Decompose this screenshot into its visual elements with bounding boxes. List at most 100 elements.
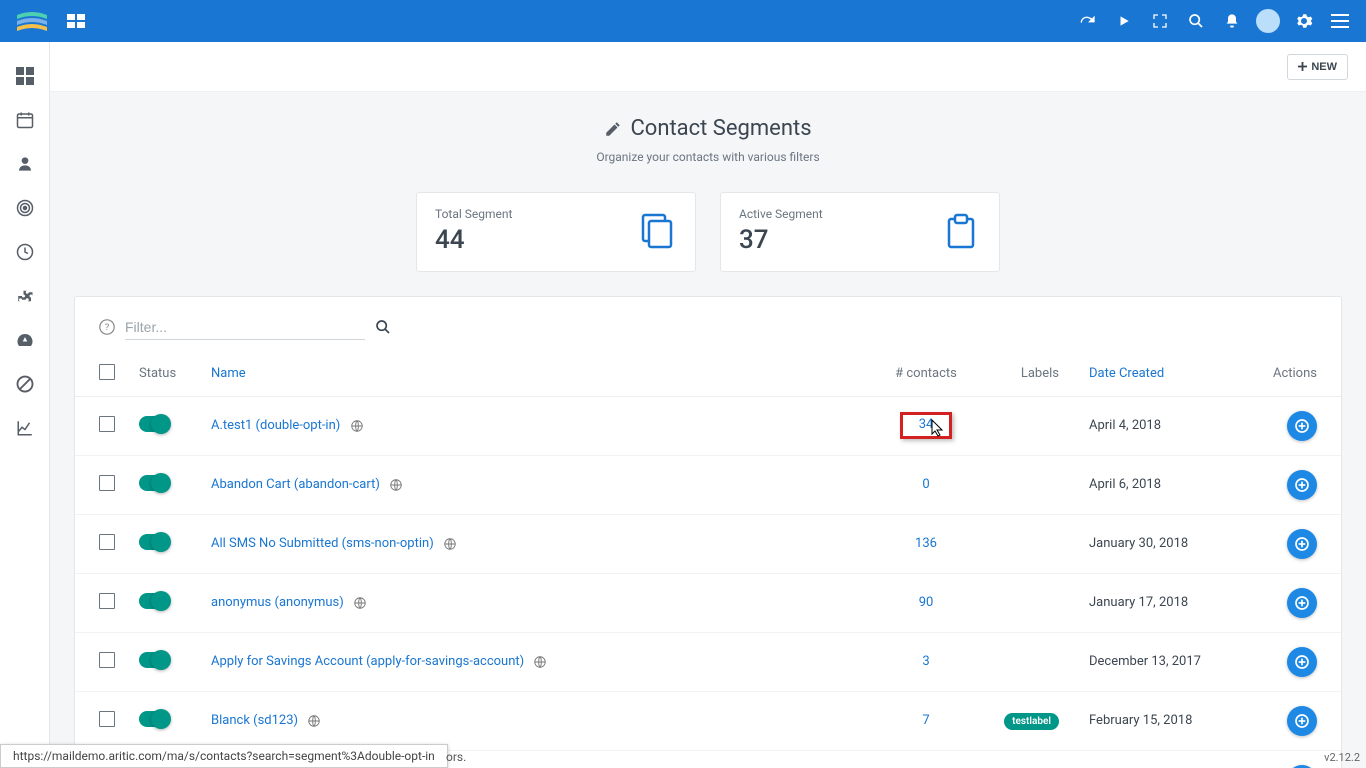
globe-icon xyxy=(533,655,547,669)
sidebar-target-icon[interactable] xyxy=(15,198,35,218)
segment-date: February 15, 2018 xyxy=(1071,691,1251,750)
new-button-label: NEW xyxy=(1311,61,1337,73)
gear-icon[interactable] xyxy=(1286,1,1322,41)
copy-icon xyxy=(637,211,677,251)
filter-input[interactable] xyxy=(125,315,365,340)
col-labels: Labels xyxy=(981,348,1071,397)
status-toggle[interactable] xyxy=(139,475,169,491)
contacts-count[interactable]: 136 xyxy=(915,536,937,551)
filter-search-icon[interactable] xyxy=(375,319,391,335)
sidebar-block-icon[interactable] xyxy=(15,374,35,394)
brand-logo xyxy=(8,0,56,42)
total-segment-value: 44 xyxy=(435,225,512,255)
svg-text:?: ? xyxy=(105,322,110,333)
main-content: NEW Contact Segments Organize your conta… xyxy=(50,42,1366,768)
col-status: Status xyxy=(127,348,199,397)
row-checkbox[interactable] xyxy=(99,593,115,609)
segments-table: Status Name # contacts Labels Date Creat… xyxy=(75,348,1341,768)
sidebar-chart-icon[interactable] xyxy=(15,418,35,438)
new-button[interactable]: NEW xyxy=(1287,54,1348,80)
row-action-button[interactable] xyxy=(1287,706,1317,736)
contacts-count[interactable]: 3 xyxy=(922,654,929,669)
row-action-button[interactable] xyxy=(1287,765,1317,768)
status-toggle[interactable] xyxy=(139,652,169,668)
segment-date: January 30, 2018 xyxy=(1071,514,1251,573)
contacts-count[interactable]: 7 xyxy=(922,713,929,728)
globe-icon xyxy=(350,419,364,433)
table-row: anonymus (anonymus) 90 January 17, 2018 xyxy=(75,573,1341,632)
version-label: v2.12.2 xyxy=(1324,751,1360,764)
segment-name-link[interactable]: A.test1 (double-opt-in) xyxy=(211,418,340,433)
status-toggle[interactable] xyxy=(139,711,169,727)
globe-icon xyxy=(353,596,367,610)
page-header: Contact Segments Organize your contacts … xyxy=(50,92,1366,180)
menu-icon[interactable] xyxy=(1322,1,1358,41)
sidebar-calendar-icon[interactable] xyxy=(15,110,35,130)
row-action-button[interactable] xyxy=(1287,529,1317,559)
select-all-checkbox[interactable] xyxy=(99,364,115,380)
row-checkbox[interactable] xyxy=(99,711,115,727)
segment-label: testlabel xyxy=(1004,713,1059,730)
contacts-count[interactable]: 90 xyxy=(919,595,934,610)
segment-name-link[interactable]: Apply for Savings Account (apply-for-sav… xyxy=(211,654,524,669)
sidebar-dashboard-icon[interactable] xyxy=(15,66,35,86)
row-action-button[interactable] xyxy=(1287,411,1317,441)
play-icon[interactable] xyxy=(1106,1,1142,41)
status-toggle[interactable] xyxy=(139,416,169,432)
status-bar-url: https://maildemo.aritic.com/ma/s/contact… xyxy=(0,744,448,768)
redo-icon[interactable] xyxy=(1070,1,1106,41)
row-action-button[interactable] xyxy=(1287,647,1317,677)
help-icon[interactable]: ? xyxy=(99,319,115,335)
page-subtitle: Organize your contacts with various filt… xyxy=(50,150,1366,164)
segment-date: January 17, 2018 xyxy=(1071,573,1251,632)
table-row: All SMS No Submitted (sms-non-optin) 136… xyxy=(75,514,1341,573)
segment-date: April 6, 2018 xyxy=(1071,455,1251,514)
top-bar xyxy=(0,0,1366,42)
globe-icon xyxy=(307,714,321,728)
row-action-button[interactable] xyxy=(1287,470,1317,500)
row-checkbox[interactable] xyxy=(99,475,115,491)
segment-name-link[interactable]: All SMS No Submitted (sms-non-optin) xyxy=(211,536,434,551)
page-title: Contact Segments xyxy=(604,116,811,141)
stats-row: Total Segment 44 Active Segment 37 xyxy=(50,192,1366,272)
contacts-count[interactable]: 0 xyxy=(922,477,929,492)
segment-name-link[interactable]: Abandon Cart (abandon-cart) xyxy=(211,477,380,492)
table-row: Blanck (sd123) 7 testlabel February 15, 20… xyxy=(75,691,1341,750)
segment-name-link[interactable]: Blanck (sd123) xyxy=(211,713,298,728)
col-date[interactable]: Date Created xyxy=(1071,348,1251,397)
fullscreen-icon[interactable] xyxy=(1142,1,1178,41)
table-row: A.test1 (double-opt-in) 34April 4, 2018 xyxy=(75,396,1341,455)
clipboard-icon xyxy=(941,211,981,251)
row-checkbox[interactable] xyxy=(99,652,115,668)
segment-name-link[interactable]: anonymus (anonymus) xyxy=(211,595,344,610)
active-segment-card: Active Segment 37 xyxy=(720,192,1000,272)
user-avatar[interactable] xyxy=(1250,1,1286,41)
active-segment-label: Active Segment xyxy=(739,207,823,221)
filter-bar: ? xyxy=(75,297,1341,348)
globe-icon xyxy=(443,537,457,551)
row-checkbox[interactable] xyxy=(99,416,115,432)
table-row: Apply for Savings Account (apply-for-sav… xyxy=(75,632,1341,691)
total-segment-card: Total Segment 44 xyxy=(416,192,696,272)
total-segment-label: Total Segment xyxy=(435,207,512,221)
segment-date: March 28, 2018 xyxy=(1071,750,1251,768)
col-actions: Actions xyxy=(1251,348,1341,397)
segment-date: April 4, 2018 xyxy=(1071,396,1251,455)
col-contacts: # contacts xyxy=(871,348,981,397)
sidebar-user-icon[interactable] xyxy=(15,154,35,174)
table-row: Abandon Cart (abandon-cart) 0 April 6, 20… xyxy=(75,455,1341,514)
sidebar-gauge-icon[interactable] xyxy=(15,330,35,350)
apps-grid-button[interactable] xyxy=(56,1,96,41)
status-toggle[interactable] xyxy=(139,593,169,609)
page-title-text: Contact Segments xyxy=(630,116,811,141)
row-action-button[interactable] xyxy=(1287,588,1317,618)
bell-icon[interactable] xyxy=(1214,1,1250,41)
sidebar-puzzle-icon[interactable] xyxy=(15,286,35,306)
pencil-icon xyxy=(604,120,622,138)
col-name[interactable]: Name xyxy=(199,348,871,397)
sidebar-clock-icon[interactable] xyxy=(15,242,35,262)
status-toggle[interactable] xyxy=(139,534,169,550)
row-checkbox[interactable] xyxy=(99,534,115,550)
left-sidebar xyxy=(0,42,50,768)
search-icon[interactable] xyxy=(1178,1,1214,41)
